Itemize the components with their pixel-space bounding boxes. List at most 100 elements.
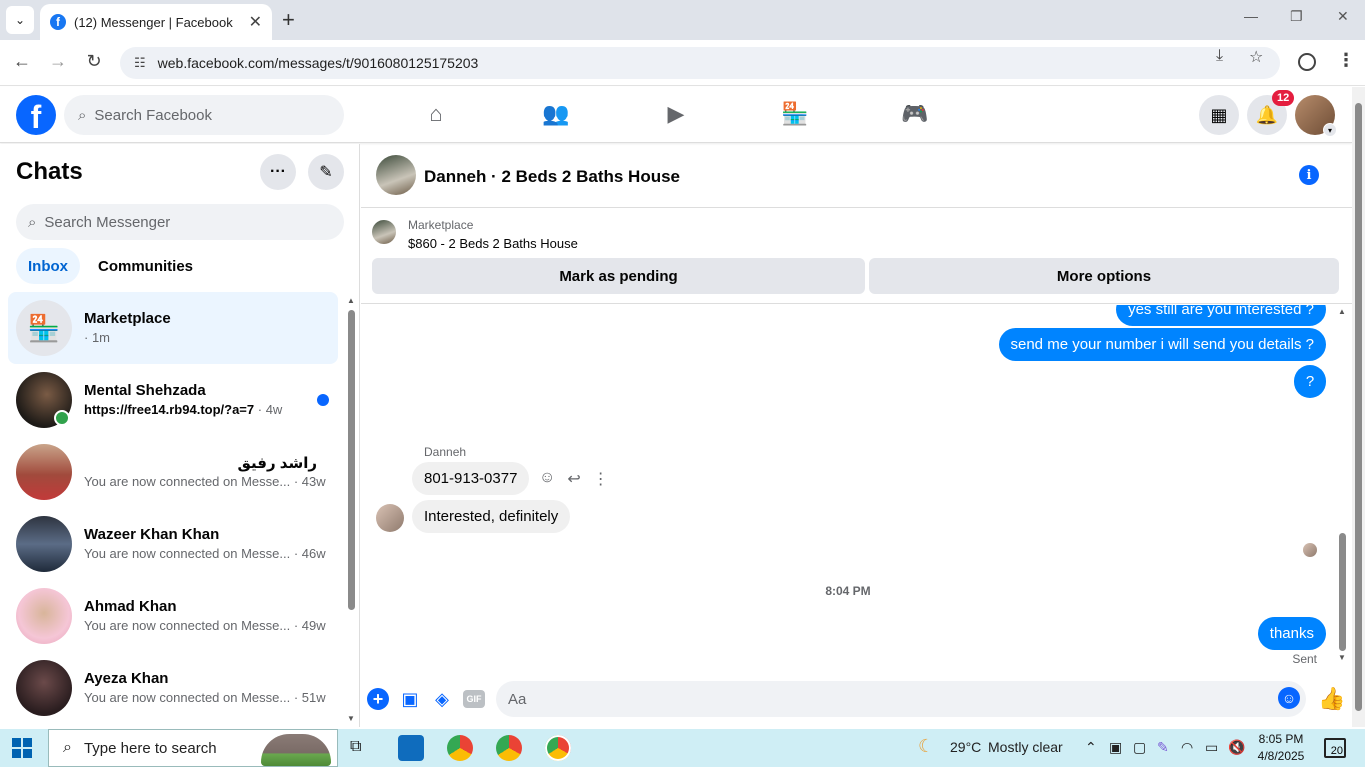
facebook-header: f ⌕ Search Facebook ⌂ 👥 ▶ 🏪 🎮 ▦ 🔔 12 ▾ bbox=[0, 87, 1352, 143]
chat-item-marketplace[interactable]: 🏪 Marketplace · 1m bbox=[8, 292, 338, 364]
weather-temp[interactable]: 29°C bbox=[950, 739, 981, 755]
conversation-title[interactable]: Danneh · 2 Beds 2 Baths House bbox=[424, 167, 680, 187]
new-message-icon[interactable]: ✎ bbox=[308, 154, 344, 190]
action-center-icon[interactable]: 20 bbox=[1324, 738, 1346, 758]
video-icon[interactable]: ▶ bbox=[656, 101, 696, 127]
chat-item-ayeza-khan[interactable]: Ayeza Khan You are now connected on Mess… bbox=[8, 652, 338, 724]
reload-icon[interactable]: ↻ bbox=[82, 51, 106, 72]
chrome-active-icon[interactable] bbox=[545, 735, 571, 761]
more-actions-icon[interactable]: ⋮ bbox=[593, 469, 609, 489]
weather-moon-icon[interactable]: ☾ bbox=[918, 736, 934, 757]
menu-grid-icon[interactable]: ▦ bbox=[1199, 95, 1239, 135]
message-input[interactable]: Aa bbox=[496, 681, 1306, 717]
bookmark-star-icon[interactable]: ☆ bbox=[1249, 47, 1263, 67]
mark-as-pending-button[interactable]: Mark as pending bbox=[372, 258, 865, 294]
site-info-icon[interactable]: ☷ bbox=[134, 55, 146, 71]
like-thumb-icon[interactable]: 👍 bbox=[1318, 686, 1345, 712]
tab-close-icon[interactable]: ✕ bbox=[249, 12, 262, 32]
chats-sidebar: Chats ··· ✎ ⌕ Search Messenger Inbox Com… bbox=[0, 144, 360, 727]
sticker-icon[interactable]: ◈ bbox=[431, 688, 453, 710]
chrome-profile-icon[interactable] bbox=[496, 735, 522, 761]
pen-icon[interactable]: ✎ bbox=[1157, 739, 1169, 756]
task-view-icon[interactable]: ⧉ bbox=[350, 738, 361, 756]
chat-item-wazeer-khan[interactable]: Wazeer Khan Khan You are now connected o… bbox=[8, 508, 338, 580]
browser-menu-icon[interactable]: ⋮ bbox=[1337, 50, 1355, 71]
account-avatar[interactable]: ▾ bbox=[1295, 95, 1337, 137]
marketplace-icon[interactable]: 🏪 bbox=[775, 101, 815, 127]
listing-thumbnail[interactable] bbox=[372, 220, 396, 244]
message-timestamp: 8:04 PM bbox=[825, 584, 871, 598]
browser-tab-messenger[interactable]: f (12) Messenger | Facebook ✕ bbox=[40, 4, 272, 40]
message-bubble-outgoing[interactable]: ? bbox=[1294, 365, 1326, 398]
tab-communities[interactable]: Communities bbox=[86, 248, 205, 284]
gaming-icon[interactable]: 🎮 bbox=[895, 101, 935, 127]
taskbar-clock[interactable]: 8:05 PM 4/8/2025 bbox=[1250, 731, 1312, 765]
volume-muted-icon[interactable]: 🔇 bbox=[1228, 739, 1245, 756]
chat-item-rashid-rafiq[interactable]: راشد رفیق You are now connected on Messe… bbox=[8, 436, 338, 508]
browser-tab-strip: ⌄ f (12) Messenger | Facebook ✕ + — ❐ ✕ bbox=[0, 0, 1365, 40]
show-hidden-icons-chevron-icon[interactable]: ⌃ bbox=[1085, 739, 1097, 756]
more-actions-plus-icon[interactable]: + bbox=[367, 688, 389, 710]
tab-title: (12) Messenger | Facebook bbox=[74, 14, 233, 30]
chat-list-scrollbar[interactable]: ▲ ▼ bbox=[346, 296, 356, 726]
message-bubble-incoming[interactable]: Interested, definitely bbox=[412, 500, 571, 533]
windows-start-icon[interactable] bbox=[12, 738, 32, 758]
restore-icon[interactable]: ❐ bbox=[1290, 8, 1303, 25]
chat-name: Ahmad Khan bbox=[84, 598, 177, 615]
react-emoji-icon[interactable]: ☺ bbox=[539, 469, 555, 489]
listing-label: Marketplace bbox=[408, 218, 474, 232]
tab-inbox[interactable]: Inbox bbox=[16, 248, 80, 284]
messenger-search-placeholder: Search Messenger bbox=[44, 213, 171, 231]
chevron-down-icon: ▾ bbox=[1323, 123, 1337, 137]
chrome-icon[interactable] bbox=[447, 735, 473, 761]
info-icon[interactable]: i bbox=[1299, 165, 1319, 185]
outlook-icon[interactable] bbox=[398, 735, 424, 761]
clock-date: 4/8/2025 bbox=[1257, 749, 1305, 763]
taskbar-search-placeholder: Type here to search bbox=[83, 739, 217, 757]
chats-title: Chats bbox=[16, 158, 83, 185]
browser-profile-icon[interactable] bbox=[1298, 53, 1316, 71]
reply-icon[interactable]: ↩ bbox=[567, 469, 580, 489]
listing-title[interactable]: $860 - 2 Beds 2 Baths House bbox=[408, 236, 578, 251]
clock-time: 8:05 PM bbox=[1258, 732, 1304, 746]
address-bar[interactable]: ☷ web.facebook.com/messages/t/9016080125… bbox=[120, 47, 1280, 79]
emoji-icon[interactable]: ☺ bbox=[1278, 687, 1300, 709]
battery-icon[interactable]: ▭ bbox=[1205, 739, 1218, 756]
gif-icon[interactable]: GIF bbox=[463, 690, 485, 708]
weather-text[interactable]: Mostly clear bbox=[988, 739, 1063, 755]
message-bubble-incoming[interactable]: 801-913-0377 bbox=[412, 462, 530, 495]
facebook-search-input[interactable]: ⌕ Search Facebook bbox=[64, 95, 344, 135]
meet-now-icon[interactable]: ▣ bbox=[1109, 739, 1122, 756]
window-close-icon[interactable]: ✕ bbox=[1337, 8, 1349, 25]
new-tab-button[interactable]: + bbox=[282, 8, 295, 32]
home-icon[interactable]: ⌂ bbox=[416, 101, 456, 127]
friends-icon[interactable]: 👥 bbox=[536, 101, 576, 127]
tab-search-dropdown[interactable]: ⌄ bbox=[6, 6, 34, 34]
chat-item-mental-shehzada[interactable]: Mental Shehzada https://free14.rb94.top/… bbox=[8, 364, 338, 436]
forward-icon[interactable]: → bbox=[46, 51, 70, 72]
taskbar-search-input[interactable]: ⌕ Type here to search bbox=[48, 729, 338, 767]
chat-preview: You are now connected on Messe... · 49w bbox=[84, 618, 326, 633]
page-scrollbar[interactable] bbox=[1352, 87, 1365, 727]
message-bubble-outgoing[interactable]: yes still are you interested ? bbox=[1116, 305, 1326, 326]
marketplace-store-icon: 🏪 bbox=[16, 300, 72, 356]
avatar bbox=[16, 588, 72, 644]
chat-name: Ayeza Khan bbox=[84, 670, 169, 687]
minimize-icon[interactable]: — bbox=[1244, 8, 1258, 24]
more-options-button[interactable]: More options bbox=[869, 258, 1339, 294]
sender-avatar[interactable] bbox=[376, 504, 404, 532]
chat-item-ahmad-khan[interactable]: Ahmad Khan You are now connected on Mess… bbox=[8, 580, 338, 652]
facebook-logo[interactable]: f bbox=[16, 95, 56, 135]
messenger-search-input[interactable]: ⌕ Search Messenger bbox=[16, 204, 344, 240]
conversation-avatar[interactable] bbox=[376, 155, 416, 195]
back-icon[interactable]: ← bbox=[10, 51, 34, 72]
message-bubble-outgoing[interactable]: send me your number i will send you deta… bbox=[998, 328, 1326, 361]
wifi-icon[interactable]: ◠ bbox=[1181, 739, 1193, 756]
conversation-scrollbar[interactable]: ▲ ▼ bbox=[1336, 305, 1348, 665]
attach-photo-icon[interactable]: ▣ bbox=[399, 688, 421, 710]
camera-icon[interactable]: ▢ bbox=[1133, 739, 1146, 756]
chat-options-button[interactable]: ··· bbox=[260, 154, 296, 190]
message-bubble-outgoing[interactable]: thanks bbox=[1257, 617, 1326, 650]
install-app-icon[interactable]: ⤓ bbox=[1216, 47, 1223, 65]
windows-taskbar: ⌕ Type here to search ⧉ ☾ 29°C Mostly cl… bbox=[0, 729, 1365, 767]
